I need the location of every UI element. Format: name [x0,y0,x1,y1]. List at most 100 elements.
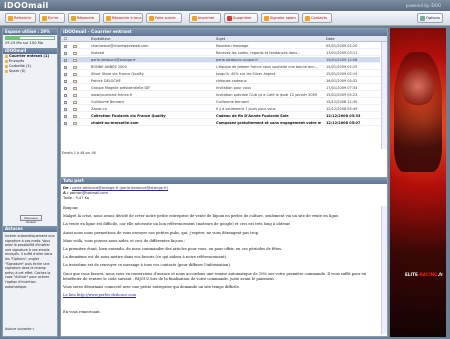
message-size: Taille : 9.47 Ko [63,196,90,200]
row-checkbox[interactable] [64,51,67,55]
row-date: 15/01/2009 05:23 [326,93,358,97]
spam-button[interactable]: Signaler spam [261,13,299,23]
list-scrollbar[interactable] [381,42,387,149]
message-row[interactable]: Collection Foulards via France Quality Ca… [61,113,380,119]
message-row[interactable]: perle-dedouce@orange.fr perle-dedouce-cou… [61,57,380,63]
row-checkbox[interactable] [64,121,67,125]
row-subject: Cadeau de fin D'Année Foulards Soie [216,114,289,118]
row-checkbox[interactable] [64,93,67,97]
message-row[interactable]: Zapac.cn Il y a seulement 7 jours pour vo… [61,106,380,112]
row-checkbox[interactable] [64,44,67,48]
row-checkbox[interactable] [64,58,67,62]
row-from: Silver Store via France Quality [91,72,144,76]
quota-fill [6,37,20,39]
refresh-button[interactable]: Rafraîchir [5,13,36,23]
body-paragraph: Quoi que vous fassiez, nous vous en reme… [63,271,367,281]
row-date: 17/01/2009 07:34 [326,86,358,90]
row-from: BONNE ANNEE 2009 [91,65,127,69]
ad-face-image [402,68,434,108]
row-checkbox[interactable] [64,72,67,76]
message-row[interactable]: www.journeart-france.fr Invitation spécia… [61,92,380,98]
row-date: 12/12/2008 05:49 [326,107,358,111]
row-checkbox[interactable] [64,107,67,111]
row-date: 13/01/2009 03:11 [326,51,358,55]
row-subject: chèques cadeaux [216,79,247,83]
forward-icon [149,15,154,21]
row-checkbox[interactable] [64,79,67,83]
body-paragraph: La première étant, bien entendu, de nous… [63,247,283,252]
message-row[interactable]: Patrick DELOCHE chèques cadeaux 16/01/2009… [61,78,380,84]
row-date: 15/01/2009 12:08 [326,58,358,62]
preview-title: Tutu part [61,178,387,184]
options-button[interactable]: Options [417,13,443,23]
row-date: 16/01/2009 05:32 [326,79,358,83]
folder-icon [5,60,8,63]
compose-button[interactable]: Écrire [39,13,65,23]
to-label: À : [63,191,69,195]
row-subject: Jusqu'à -40% sur les Silver Argent [216,72,276,76]
row-subject: L'équipe de Jobeen france vous souhaite … [216,65,318,69]
compose-icon [42,15,47,21]
app-window: iDOOmail powered by iDOO Rafraîchir Écri… [0,0,450,339]
body-paragraph: En vous remerciant, [63,309,101,314]
row-checkbox[interactable] [64,86,67,90]
body-scrollbar[interactable] [381,206,387,334]
spam-icon [264,15,269,21]
reply-all-icon [106,15,111,21]
envelope-icon [73,114,77,118]
column-from[interactable]: Expéditeur [91,36,111,42]
reply-button[interactable]: Répondre [68,13,100,23]
row-from: Patrick DELOCHE [91,79,121,83]
trash-icon [5,65,8,68]
body-paragraph: Vous serez désormais connecté avec une p… [63,285,240,290]
envelope-icon [73,121,77,125]
column-subject[interactable]: Sujet [216,36,225,42]
forward-button[interactable]: Faire suivre [146,13,182,23]
message-row[interactable]: chantwave@chantwaveweb.com Nouveau messag… [61,43,380,49]
body-paragraph: Aussi nous nous permettons de vous envoy… [63,230,260,235]
row-checkbox[interactable] [64,114,67,118]
from-value[interactable]: perle-dedouce@orange.fr (perle.dedouce@o… [72,186,168,190]
folder-icon [5,55,8,58]
ad-brand: ELITE-RACING.fr [405,272,444,277]
message-row[interactable]: Groupe Magelle présidentielle IDF Invitat… [61,85,380,91]
row-from: chalet-au-marseille.com [91,121,139,125]
new-folder-button[interactable]: Nouveau dossier [20,215,42,224]
reply-all-button[interactable]: Répondre à tous [103,13,143,23]
message-row[interactable]: Silver Store via France Quality Jusqu'à -… [61,71,380,77]
message-meta: De : perle-dedouce@orange.fr (perle.dedo… [63,186,168,201]
row-date: 15/01/2009 02:19 [326,72,358,76]
message-row[interactable]: Instead Recevez les codes, regards et ten… [61,50,380,56]
contacts-button[interactable]: Contacts [302,13,332,23]
body-paragraph [63,301,385,306]
row-checkbox[interactable] [64,65,67,69]
print-button[interactable]: Imprimer [189,13,221,23]
select-all-checkbox[interactable]: ☐ [64,36,67,42]
row-date: 12/12/2008 03:33 [326,114,361,118]
row-from: Groupe Magelle présidentielle IDF [91,86,151,90]
row-checkbox[interactable] [64,100,67,104]
delete-button[interactable]: Supprimer [224,13,258,23]
row-date: 15/01/2009 02:25 [326,65,358,69]
message-row[interactable]: BONNE ANNEE 2009 L'équipe de Jobeen franc… [61,64,380,70]
folder-spam[interactable]: Spam (0) [3,69,57,74]
body-paragraph: Bonjour, [63,206,79,210]
column-date[interactable]: Date [326,36,335,42]
from-label: De : [63,186,72,190]
message-row[interactable]: Guillaume Bernard Guillaume bernard 15/12/… [61,99,380,105]
row-from: Collection Foulards via France Quality [91,114,166,118]
message-row[interactable]: chalet-au-marseille.com Composez gratuite… [61,120,380,126]
next-tip-link[interactable]: Astuce suivante » [5,327,34,331]
main-title: iDOOmail - Courrier entrant [61,29,387,36]
row-subject: Recevez les codes, regards et tendances … [216,51,301,55]
app-title: iDOOmail [4,1,49,10]
body-paragraph: Malgré la crise, nous avons décidé de cr… [63,214,340,219]
ad-banner[interactable]: ELITE-RACING.fr [390,28,446,337]
row-from: Instead [91,51,104,55]
envelope-icon [73,93,77,97]
body-paragraph: Mais voilà, vous pouvez nous aider, et c… [63,238,186,243]
tips-text: Insérer automatiquement une signature à … [5,234,55,289]
body-paragraph[interactable]: Le lien http://www.perles-dedouce.com [63,293,385,298]
row-subject: Invitation pour vous [216,86,252,90]
row-subject: Guillaume bernard [216,100,249,104]
